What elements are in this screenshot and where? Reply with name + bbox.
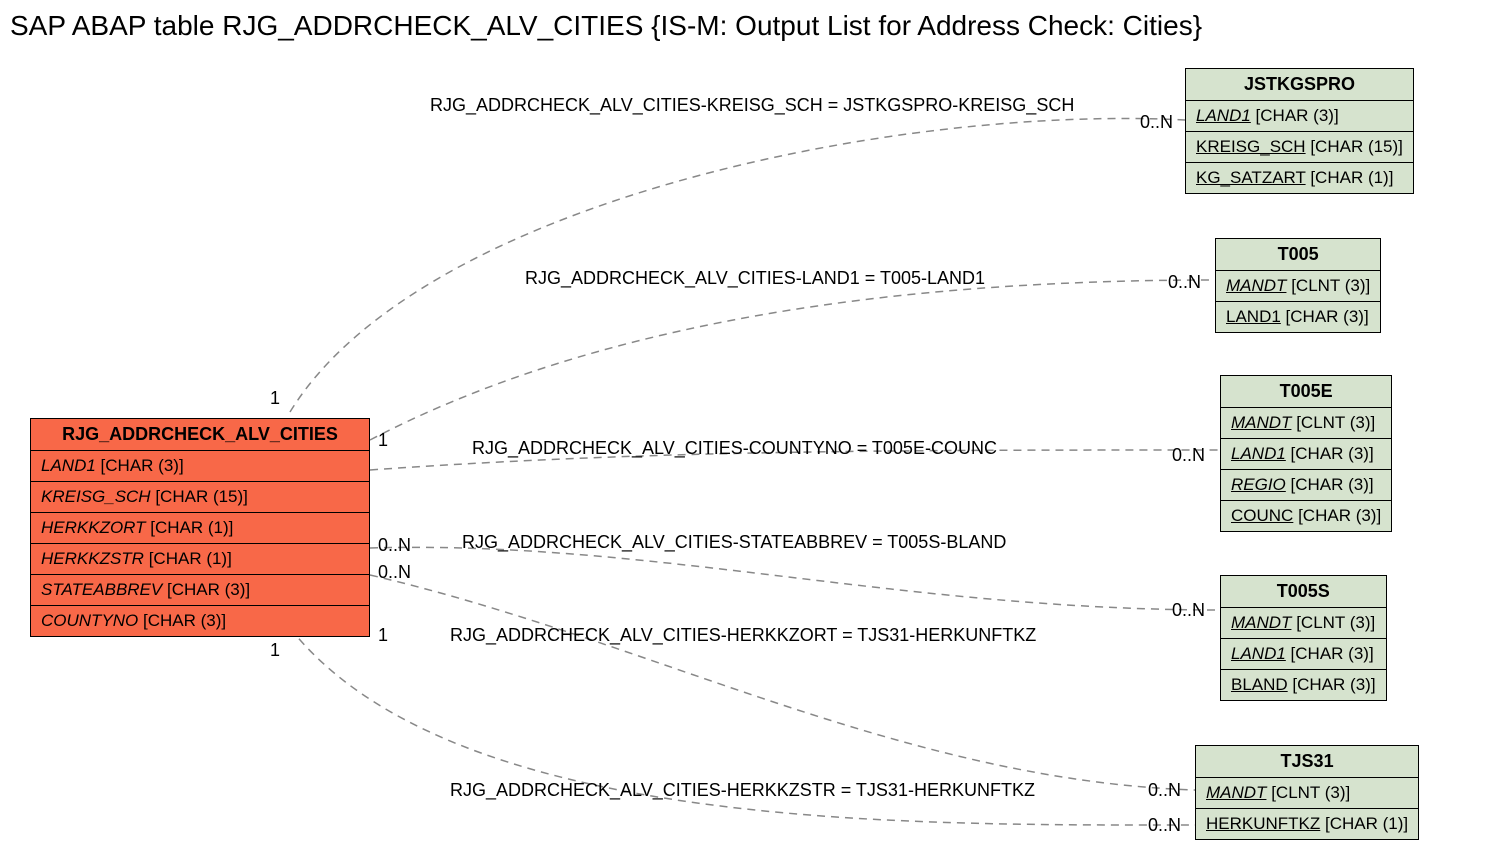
cardinality-right: 0..N — [1140, 112, 1173, 133]
field-type: [CHAR (3)] — [167, 580, 250, 599]
field-type: [CHAR (1)] — [1325, 814, 1408, 833]
relation-label: RJG_ADDRCHECK_ALV_CITIES-KREISG_SCH = JS… — [430, 95, 1074, 116]
entity-tjs31: TJS31 MANDT [CLNT (3)] HERKUNFTKZ [CHAR … — [1195, 745, 1419, 840]
field-name: BLAND — [1231, 675, 1288, 694]
field-row: LAND1 [CHAR (3)] — [1216, 302, 1380, 332]
field-name: MANDT — [1206, 783, 1266, 802]
cardinality-right: 0..N — [1148, 780, 1181, 801]
field-name: MANDT — [1231, 613, 1291, 632]
field-type: [CHAR (15)] — [1310, 137, 1403, 156]
field-name: KREISG_SCH — [1196, 137, 1306, 156]
field-name: MANDT — [1226, 276, 1286, 295]
field-row: MANDT [CLNT (3)] — [1221, 608, 1386, 639]
field-type: [CLNT (3)] — [1271, 783, 1350, 802]
entity-ref-header: T005E — [1221, 376, 1391, 408]
field-type: [CHAR (3)] — [1286, 307, 1369, 326]
field-row: BLAND [CHAR (3)] — [1221, 670, 1386, 700]
cardinality-right: 0..N — [1168, 272, 1201, 293]
field-name: REGIO — [1231, 475, 1286, 494]
field-row: LAND1 [CHAR (3)] — [1221, 439, 1391, 470]
field-type: [CHAR (3)] — [1298, 506, 1381, 525]
field-row: REGIO [CHAR (3)] — [1221, 470, 1391, 501]
field-type: [CHAR (1)] — [150, 518, 233, 537]
entity-jstkgspro: JSTKGSPRO LAND1 [CHAR (3)] KREISG_SCH [C… — [1185, 68, 1414, 194]
cardinality-left: 1 — [378, 625, 388, 646]
relation-label: RJG_ADDRCHECK_ALV_CITIES-STATEABBREV = T… — [462, 532, 1006, 553]
field-row: HERKKZORT [CHAR (1)] — [31, 513, 369, 544]
field-name: HERKUNFTKZ — [1206, 814, 1320, 833]
cardinality-right: 0..N — [1148, 815, 1181, 836]
field-row: HERKKZSTR [CHAR (1)] — [31, 544, 369, 575]
entity-t005s: T005S MANDT [CLNT (3)] LAND1 [CHAR (3)] … — [1220, 575, 1387, 701]
cardinality-left: 0..N — [378, 535, 411, 556]
field-name: LAND1 — [1226, 307, 1281, 326]
field-name: COUNC — [1231, 506, 1293, 525]
entity-main: RJG_ADDRCHECK_ALV_CITIES LAND1 [CHAR (3)… — [30, 418, 370, 637]
field-row: KREISG_SCH [CHAR (15)] — [1186, 132, 1413, 163]
entity-ref-header: T005S — [1221, 576, 1386, 608]
field-name: LAND1 — [1196, 106, 1251, 125]
entity-ref-header: T005 — [1216, 239, 1380, 271]
field-type: [CHAR (3)] — [1256, 106, 1339, 125]
relation-label: RJG_ADDRCHECK_ALV_CITIES-LAND1 = T005-LA… — [525, 268, 985, 289]
field-name: STATEABBREV — [41, 580, 162, 599]
field-row: COUNC [CHAR (3)] — [1221, 501, 1391, 531]
field-row: HERKUNFTKZ [CHAR (1)] — [1196, 809, 1418, 839]
field-type: [CHAR (15)] — [155, 487, 248, 506]
entity-ref-header: JSTKGSPRO — [1186, 69, 1413, 101]
field-row: LAND1 [CHAR (3)] — [1186, 101, 1413, 132]
page-title: SAP ABAP table RJG_ADDRCHECK_ALV_CITIES … — [10, 10, 1202, 42]
cardinality-left: 1 — [270, 388, 280, 409]
entity-main-header: RJG_ADDRCHECK_ALV_CITIES — [31, 419, 369, 451]
field-type: [CLNT (3)] — [1296, 413, 1375, 432]
cardinality-left: 1 — [270, 640, 280, 661]
cardinality-left: 1 — [378, 430, 388, 451]
field-row: STATEABBREV [CHAR (3)] — [31, 575, 369, 606]
field-name: LAND1 — [1231, 444, 1286, 463]
cardinality-right: 0..N — [1172, 600, 1205, 621]
field-row: MANDT [CLNT (3)] — [1216, 271, 1380, 302]
entity-ref-header: TJS31 — [1196, 746, 1418, 778]
field-type: [CHAR (3)] — [101, 456, 184, 475]
field-name: LAND1 — [41, 456, 96, 475]
field-type: [CHAR (1)] — [1310, 168, 1393, 187]
cardinality-right: 0..N — [1172, 445, 1205, 466]
field-name: COUNTYNO — [41, 611, 138, 630]
relation-label: RJG_ADDRCHECK_ALV_CITIES-COUNTYNO = T005… — [472, 438, 997, 459]
field-type: [CHAR (3)] — [143, 611, 226, 630]
field-type: [CLNT (3)] — [1291, 276, 1370, 295]
field-type: [CLNT (3)] — [1296, 613, 1375, 632]
field-name: LAND1 — [1231, 644, 1286, 663]
cardinality-left: 0..N — [378, 562, 411, 583]
field-type: [CHAR (3)] — [1292, 675, 1375, 694]
field-name: KG_SATZART — [1196, 168, 1306, 187]
relation-label: RJG_ADDRCHECK_ALV_CITIES-HERKKZORT = TJS… — [450, 625, 1036, 646]
entity-t005e: T005E MANDT [CLNT (3)] LAND1 [CHAR (3)] … — [1220, 375, 1392, 532]
relation-label: RJG_ADDRCHECK_ALV_CITIES-HERKKZSTR = TJS… — [450, 780, 1035, 801]
field-row: COUNTYNO [CHAR (3)] — [31, 606, 369, 636]
field-row: MANDT [CLNT (3)] — [1221, 408, 1391, 439]
entity-t005: T005 MANDT [CLNT (3)] LAND1 [CHAR (3)] — [1215, 238, 1381, 333]
field-name: MANDT — [1231, 413, 1291, 432]
field-name: KREISG_SCH — [41, 487, 151, 506]
field-name: HERKKZORT — [41, 518, 146, 537]
field-row: KG_SATZART [CHAR (1)] — [1186, 163, 1413, 193]
field-type: [CHAR (3)] — [1291, 444, 1374, 463]
field-row: LAND1 [CHAR (3)] — [31, 451, 369, 482]
field-name: HERKKZSTR — [41, 549, 144, 568]
field-type: [CHAR (3)] — [1291, 644, 1374, 663]
field-row: LAND1 [CHAR (3)] — [1221, 639, 1386, 670]
field-type: [CHAR (3)] — [1291, 475, 1374, 494]
field-type: [CHAR (1)] — [149, 549, 232, 568]
field-row: KREISG_SCH [CHAR (15)] — [31, 482, 369, 513]
field-row: MANDT [CLNT (3)] — [1196, 778, 1418, 809]
